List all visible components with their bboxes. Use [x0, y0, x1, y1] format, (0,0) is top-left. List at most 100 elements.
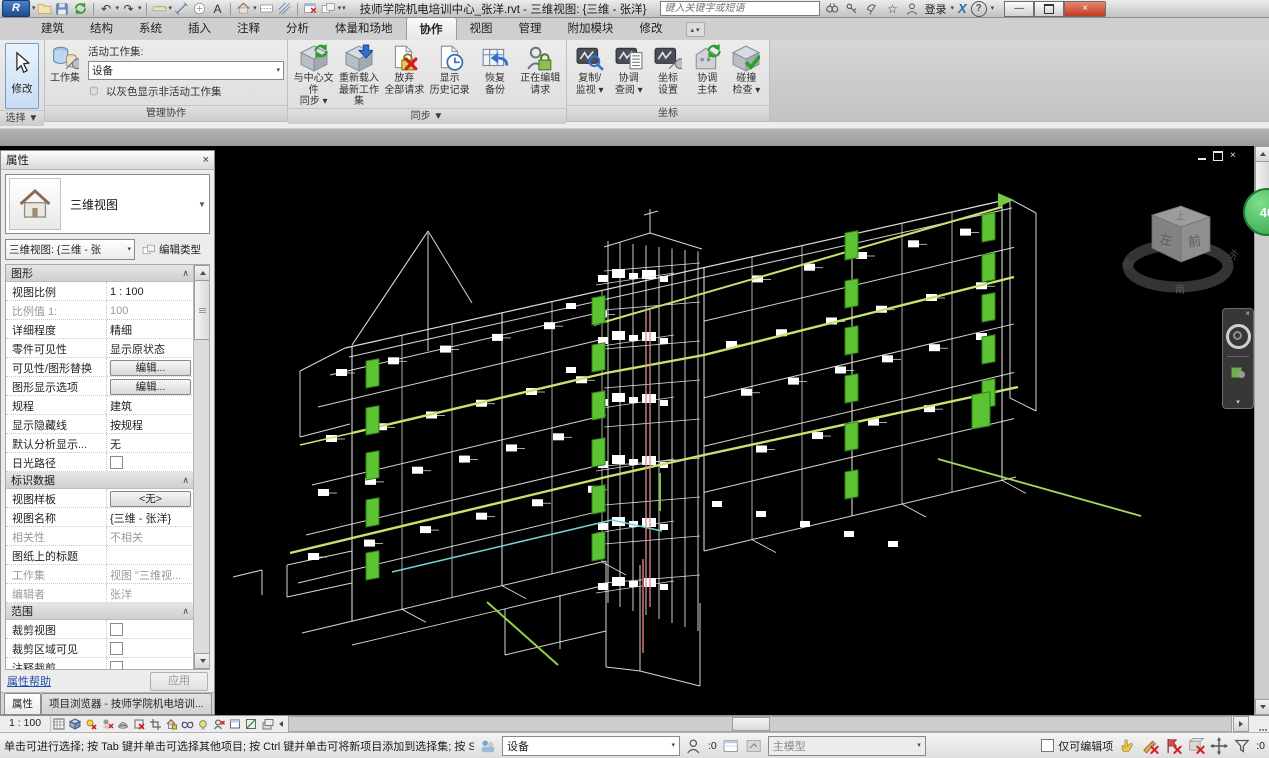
property-value[interactable]	[106, 546, 194, 564]
exchange-apps-icon[interactable]: X	[958, 1, 967, 16]
type-selector-caret-icon[interactable]: ▼	[195, 175, 209, 233]
exclude-pinned-icon[interactable]	[1187, 737, 1205, 755]
temporary-view-properties-icon[interactable]	[227, 717, 243, 732]
property-value[interactable]: 100	[106, 301, 194, 319]
signin-label[interactable]: 登录	[924, 1, 946, 17]
property-value[interactable]	[106, 658, 194, 669]
property-value[interactable]: 编辑...	[106, 358, 194, 376]
property-value[interactable]	[106, 453, 194, 471]
search-icon[interactable]	[824, 1, 840, 16]
interference-check-button[interactable]: 碰撞 检查 ▾	[727, 42, 766, 96]
navbar-expand-icon[interactable]: ▾	[1236, 398, 1240, 408]
property-value[interactable]	[106, 620, 194, 638]
tab-建筑[interactable]: 建筑	[28, 17, 77, 40]
property-checkbox[interactable]	[110, 661, 123, 669]
show-history-button[interactable]: 显示 历史记录	[427, 42, 472, 96]
measure-caret-icon[interactable]: ▾	[169, 5, 173, 13]
navigation-bar[interactable]: × ▾	[1222, 308, 1254, 409]
coordinate-settings-button[interactable]: 坐标 设置	[648, 42, 687, 96]
open-icon[interactable]	[36, 1, 53, 16]
measure-icon[interactable]	[151, 1, 168, 16]
type-selector[interactable]: 三维视图 ▼	[5, 174, 210, 234]
editing-requests-button[interactable]: 正在编辑 请求	[518, 42, 563, 96]
exclude-links-icon[interactable]	[1164, 737, 1182, 755]
property-value[interactable]	[106, 639, 194, 657]
zoom-icon[interactable]	[1231, 364, 1245, 378]
detail-level-icon[interactable]	[51, 717, 67, 732]
scroll-right-button[interactable]	[1233, 716, 1249, 732]
analytical-model-icon[interactable]	[243, 717, 259, 732]
ribbon-collapse-button[interactable]: ▴▾	[686, 22, 705, 37]
scroll-up-button[interactable]	[1255, 146, 1269, 162]
drawing-area[interactable]: × 南 西 东 上 左 前 × ▾ 属性 ×	[0, 146, 1269, 715]
property-value[interactable]: 建筑	[106, 396, 194, 414]
coordination-host-button[interactable]: 协调 主体	[688, 42, 727, 96]
tab-project-browser[interactable]: 项目浏览器 - 技师学院机电培训...	[41, 693, 212, 714]
redo-caret-icon[interactable]: ▾	[138, 5, 142, 13]
property-checkbox[interactable]	[110, 456, 123, 469]
tab-视图[interactable]: 视图	[457, 17, 506, 40]
grid-scroll-down[interactable]	[194, 653, 210, 669]
view-restore-icon[interactable]	[1213, 151, 1223, 161]
help-icon[interactable]: ?	[971, 1, 987, 17]
select-underlay-icon[interactable]	[1210, 737, 1228, 755]
property-value[interactable]: 1 : 100	[106, 282, 194, 300]
tab-properties[interactable]: 属性	[4, 693, 41, 714]
communication-center-icon[interactable]	[864, 1, 880, 16]
tab-系统[interactable]: 系统	[126, 17, 175, 40]
tag-icon[interactable]	[191, 1, 208, 16]
scroll-down-button[interactable]	[1255, 699, 1269, 715]
active-workset-select[interactable]: 设备 ▾	[88, 61, 284, 80]
property-checkbox[interactable]	[110, 623, 123, 636]
properties-close-icon[interactable]: ×	[203, 154, 209, 166]
filter-icon[interactable]	[1233, 737, 1251, 755]
property-value[interactable]: 不相关	[106, 527, 194, 545]
navbar-close-icon[interactable]: ×	[1245, 310, 1250, 318]
signin-person-icon[interactable]	[904, 1, 920, 16]
grid-scroll-thumb[interactable]	[194, 280, 210, 340]
crop-region-icon[interactable]	[147, 717, 163, 732]
switch-windows-icon[interactable]	[320, 1, 337, 16]
lock-3d-view-icon[interactable]	[163, 717, 179, 732]
tab-附加模块[interactable]: 附加模块	[555, 17, 627, 40]
exclude-options-icon[interactable]	[1141, 737, 1159, 755]
worksets-button[interactable]: 工作集	[48, 42, 82, 85]
coordination-review-button[interactable]: 协调 查阅 ▾	[609, 42, 648, 96]
switch-windows-caret-icon[interactable]: ▾	[338, 5, 342, 13]
app-menu-button[interactable]: R	[2, 0, 30, 17]
horizontal-scroll-thumb[interactable]	[732, 717, 770, 731]
rendering-icon[interactable]	[115, 717, 131, 732]
gray-inactive-worksets-button[interactable]: 以灰色显示非活动工作集	[88, 84, 284, 99]
temporary-hide-isolate-icon[interactable]	[179, 717, 195, 732]
tab-注释[interactable]: 注释	[224, 17, 273, 40]
favorites-icon[interactable]: ☆	[884, 1, 900, 16]
search-input[interactable]	[660, 1, 820, 16]
close-hidden-windows-icon[interactable]	[302, 1, 319, 16]
thin-lines-icon[interactable]	[276, 1, 293, 16]
property-grid-scrollbar[interactable]	[193, 265, 209, 669]
section-extents[interactable]: 范围∧	[6, 603, 194, 620]
copy-monitor-button[interactable]: 复制/ 监视 ▾	[570, 42, 609, 96]
instance-selector[interactable]: 三维视图: {三维 - 张 ▾	[5, 239, 135, 260]
view-minimize-icon[interactable]	[1198, 158, 1206, 160]
property-value[interactable]: 编辑...	[106, 377, 194, 395]
reload-latest-button[interactable]: 重新载入 最新工作集	[336, 42, 381, 108]
editable-only-checkbox[interactable]	[1041, 739, 1054, 752]
view-close-icon[interactable]: ×	[1230, 151, 1236, 161]
restore-backup-button[interactable]: 恢复 备份	[472, 42, 517, 96]
property-value[interactable]: {三维 - 张洋}	[106, 508, 194, 526]
sync-with-central-button[interactable]: 与中心文件 同步 ▾	[291, 42, 336, 108]
highlight-displacement-icon[interactable]	[259, 717, 275, 732]
help-caret-icon[interactable]: ▾	[991, 5, 995, 13]
tab-体量和场地[interactable]: 体量和场地	[322, 17, 406, 40]
section-graphics[interactable]: 图形∧	[6, 265, 194, 282]
section-icon[interactable]	[258, 1, 275, 16]
view-caret-icon[interactable]: ▾	[253, 5, 257, 13]
property-edit-button[interactable]: 编辑...	[110, 379, 191, 395]
subscription-icon[interactable]	[844, 1, 860, 16]
property-edit-button[interactable]: 编辑...	[110, 360, 191, 376]
property-value[interactable]: 显示原状态	[106, 339, 194, 357]
apply-button[interactable]: 应用	[150, 672, 208, 691]
property-value[interactable]: 按规程	[106, 415, 194, 433]
synchronize-panel-label[interactable]: 同步 ▼	[288, 108, 566, 124]
